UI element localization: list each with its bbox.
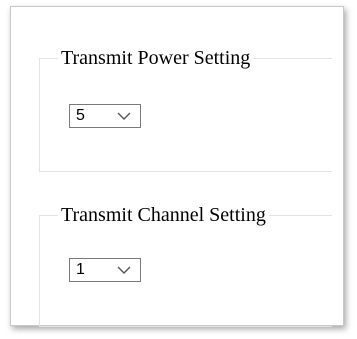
transmit-channel-group: Transmit Channel Setting 1 bbox=[39, 203, 332, 327]
transmit-power-group: Transmit Power Setting 5 bbox=[39, 46, 332, 172]
transmit-power-title: Transmit Power Setting bbox=[58, 46, 254, 70]
chevron-down-icon bbox=[117, 266, 131, 274]
transmit-power-value: 5 bbox=[76, 107, 85, 124]
transmit-channel-title: Transmit Channel Setting bbox=[58, 203, 269, 227]
settings-panel: Transmit Power Setting 5 Transmit Channe… bbox=[10, 6, 344, 327]
transmit-channel-value: 1 bbox=[76, 261, 85, 278]
transmit-channel-select[interactable]: 1 bbox=[69, 258, 141, 282]
transmit-power-select[interactable]: 5 bbox=[69, 104, 141, 128]
chevron-down-icon bbox=[117, 112, 131, 120]
